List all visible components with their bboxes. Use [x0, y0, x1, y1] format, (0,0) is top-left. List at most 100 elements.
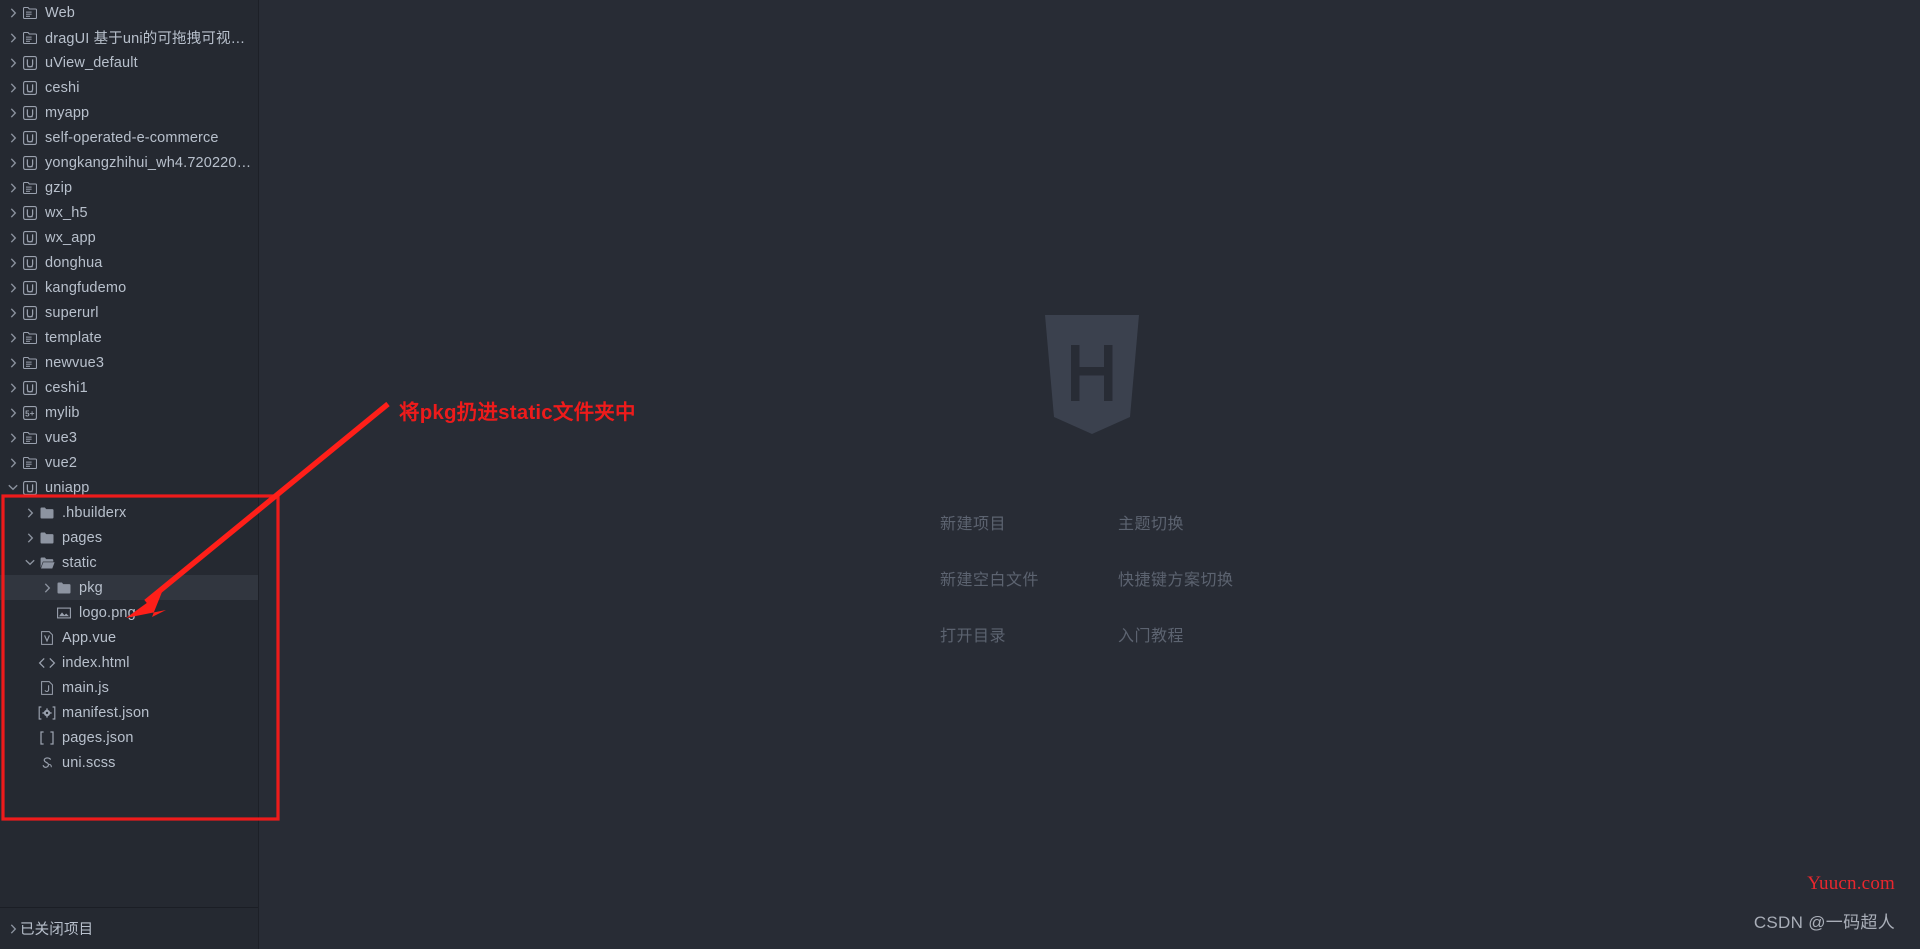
tree-item-donghua[interactable]: donghua: [0, 250, 258, 275]
welcome-action-open-folder[interactable]: 打开目录: [940, 622, 1118, 646]
tree-item-vue3[interactable]: vue3: [0, 425, 258, 450]
tree-item-index-html[interactable]: index.html: [0, 650, 258, 675]
chevron-right-icon[interactable]: [6, 257, 20, 268]
tree-item-superurl[interactable]: superurl: [0, 300, 258, 325]
tree-item-label: uni.scss: [62, 754, 116, 771]
tree-item-label: kangfudemo: [45, 279, 127, 296]
tree-item-gzip[interactable]: gzip: [0, 175, 258, 200]
folder-icon: [20, 455, 40, 471]
tree-item-ceshi[interactable]: ceshi: [0, 75, 258, 100]
tree-item-label: mylib: [45, 404, 80, 421]
welcome-action-new-project[interactable]: 新建项目: [940, 510, 1118, 534]
uniapp-project-icon: [20, 280, 40, 296]
chevron-right-icon[interactable]: [6, 307, 20, 318]
tree-item-label: ceshi: [45, 79, 80, 96]
tree-item-logo-png[interactable]: logo.png: [0, 600, 258, 625]
chevron-right-icon[interactable]: [6, 407, 20, 418]
closed-projects-bar[interactable]: 已关闭项目: [0, 907, 258, 949]
chevron-right-icon[interactable]: [23, 507, 37, 518]
chevron-right-icon[interactable]: [6, 357, 20, 368]
tree-item-vue2[interactable]: vue2: [0, 450, 258, 475]
welcome-action-new-file[interactable]: 新建空白文件: [940, 566, 1118, 590]
tree-item-label: wx_h5: [45, 204, 88, 221]
tree-item-mylib[interactable]: 5 + mylib: [0, 400, 258, 425]
tree-item-uview-default[interactable]: uView_default: [0, 50, 258, 75]
tree-item-kangfudemo[interactable]: kangfudemo: [0, 275, 258, 300]
welcome-action-theme-switch[interactable]: 主题切换: [1118, 510, 1234, 534]
chevron-right-icon[interactable]: [6, 382, 20, 393]
tree-item-pages-json[interactable]: pages.json: [0, 725, 258, 750]
tree-item-wx-h5[interactable]: wx_h5: [0, 200, 258, 225]
tree-item-ceshi1[interactable]: ceshi1: [0, 375, 258, 400]
chevron-right-icon: [6, 923, 20, 934]
tree-item-uniapp[interactable]: uniapp: [0, 475, 258, 500]
tree-item-dragui-uni[interactable]: dragUI 基于uni的可拖拽可视化编程...: [0, 25, 258, 50]
html-file-icon: [37, 655, 57, 671]
chevron-right-icon[interactable]: [6, 57, 20, 68]
project-explorer-sidebar: Web dragUI 基于uni的可拖拽可视化编程... uView_default…: [0, 0, 259, 949]
tree-item-hbuilderx[interactable]: .hbuilderx: [0, 500, 258, 525]
tree-item-template[interactable]: template: [0, 325, 258, 350]
uniapp-project-icon: [20, 80, 40, 96]
folder-solid-icon: [37, 530, 57, 546]
chevron-right-icon[interactable]: [6, 457, 20, 468]
tree-item-self-operated-e-commerce[interactable]: self-operated-e-commerce: [0, 125, 258, 150]
tree-item-uni-scss[interactable]: uni.scss: [0, 750, 258, 775]
chevron-down-icon[interactable]: [6, 484, 20, 491]
tree-item-pages[interactable]: pages: [0, 525, 258, 550]
chevron-right-icon[interactable]: [6, 7, 20, 18]
chevron-right-icon[interactable]: [6, 282, 20, 293]
tree-item-web[interactable]: Web: [0, 0, 258, 25]
tree-item-label: static: [62, 554, 97, 571]
chevron-right-icon[interactable]: [6, 82, 20, 93]
tree-item-app-vue[interactable]: App.vue: [0, 625, 258, 650]
chevron-right-icon[interactable]: [6, 32, 20, 43]
chevron-right-icon[interactable]: [6, 232, 20, 243]
tree-item-manifest-json[interactable]: manifest.json: [0, 700, 258, 725]
chevron-right-icon[interactable]: [23, 532, 37, 543]
tree-item-label: newvue3: [45, 354, 105, 371]
welcome-action-tutorial[interactable]: 入门教程: [1118, 622, 1234, 646]
tree-item-pkg[interactable]: pkg: [0, 575, 258, 600]
chevron-down-icon[interactable]: [23, 559, 37, 566]
tree-item-yongkangzhihui-wh4-720220419[interactable]: yongkangzhihui_wh4.720220419: [0, 150, 258, 175]
tree-item-label: template: [45, 329, 102, 346]
chevron-right-icon[interactable]: [6, 157, 20, 168]
manifest-file-icon: [37, 705, 57, 721]
uniapp-project-icon: [20, 480, 40, 496]
chevron-right-icon[interactable]: [6, 182, 20, 193]
tree-item-label: vue2: [45, 454, 78, 471]
tree-item-label: myapp: [45, 104, 90, 121]
tree-item-main-js[interactable]: main.js: [0, 675, 258, 700]
chevron-right-icon[interactable]: [6, 332, 20, 343]
welcome-action-keymap-switch[interactable]: 快捷键方案切换: [1118, 566, 1234, 590]
tree-item-label: donghua: [45, 254, 103, 271]
vue-file-icon: [37, 630, 57, 646]
folder-solid-icon: [37, 505, 57, 521]
tree-item-wx-app[interactable]: wx_app: [0, 225, 258, 250]
uniapp-project-icon: [20, 155, 40, 171]
folder-solid-icon: [54, 580, 74, 596]
tree-item-label: pages: [62, 529, 103, 546]
uniapp-project-icon: [20, 130, 40, 146]
tree-item-label: Web: [45, 4, 76, 21]
editor-welcome-area: 新建项目 主题切换 新建空白文件 快捷键方案切换 打开目录 入门教程 Yuucn…: [260, 0, 1920, 949]
chevron-right-icon[interactable]: [6, 207, 20, 218]
uniapp-project-icon: [20, 105, 40, 121]
tree-item-myapp[interactable]: myapp: [0, 100, 258, 125]
uniapp-project-icon: [20, 305, 40, 321]
chevron-right-icon[interactable]: [6, 132, 20, 143]
chevron-right-icon[interactable]: [40, 582, 54, 593]
chevron-right-icon[interactable]: [6, 107, 20, 118]
tree-item-newvue3[interactable]: newvue3: [0, 350, 258, 375]
uniapp-project-icon: [20, 205, 40, 221]
project-tree[interactable]: Web dragUI 基于uni的可拖拽可视化编程... uView_default…: [0, 0, 258, 900]
folder-icon: [20, 355, 40, 371]
tree-item-label: wx_app: [45, 229, 96, 246]
tree-item-static[interactable]: static: [0, 550, 258, 575]
uniapp-project-icon: [20, 230, 40, 246]
folder-icon: [20, 30, 40, 46]
tree-item-label: pages.json: [62, 729, 134, 746]
welcome-actions-grid: 新建项目 主题切换 新建空白文件 快捷键方案切换 打开目录 入门教程: [940, 510, 1234, 646]
chevron-right-icon[interactable]: [6, 432, 20, 443]
